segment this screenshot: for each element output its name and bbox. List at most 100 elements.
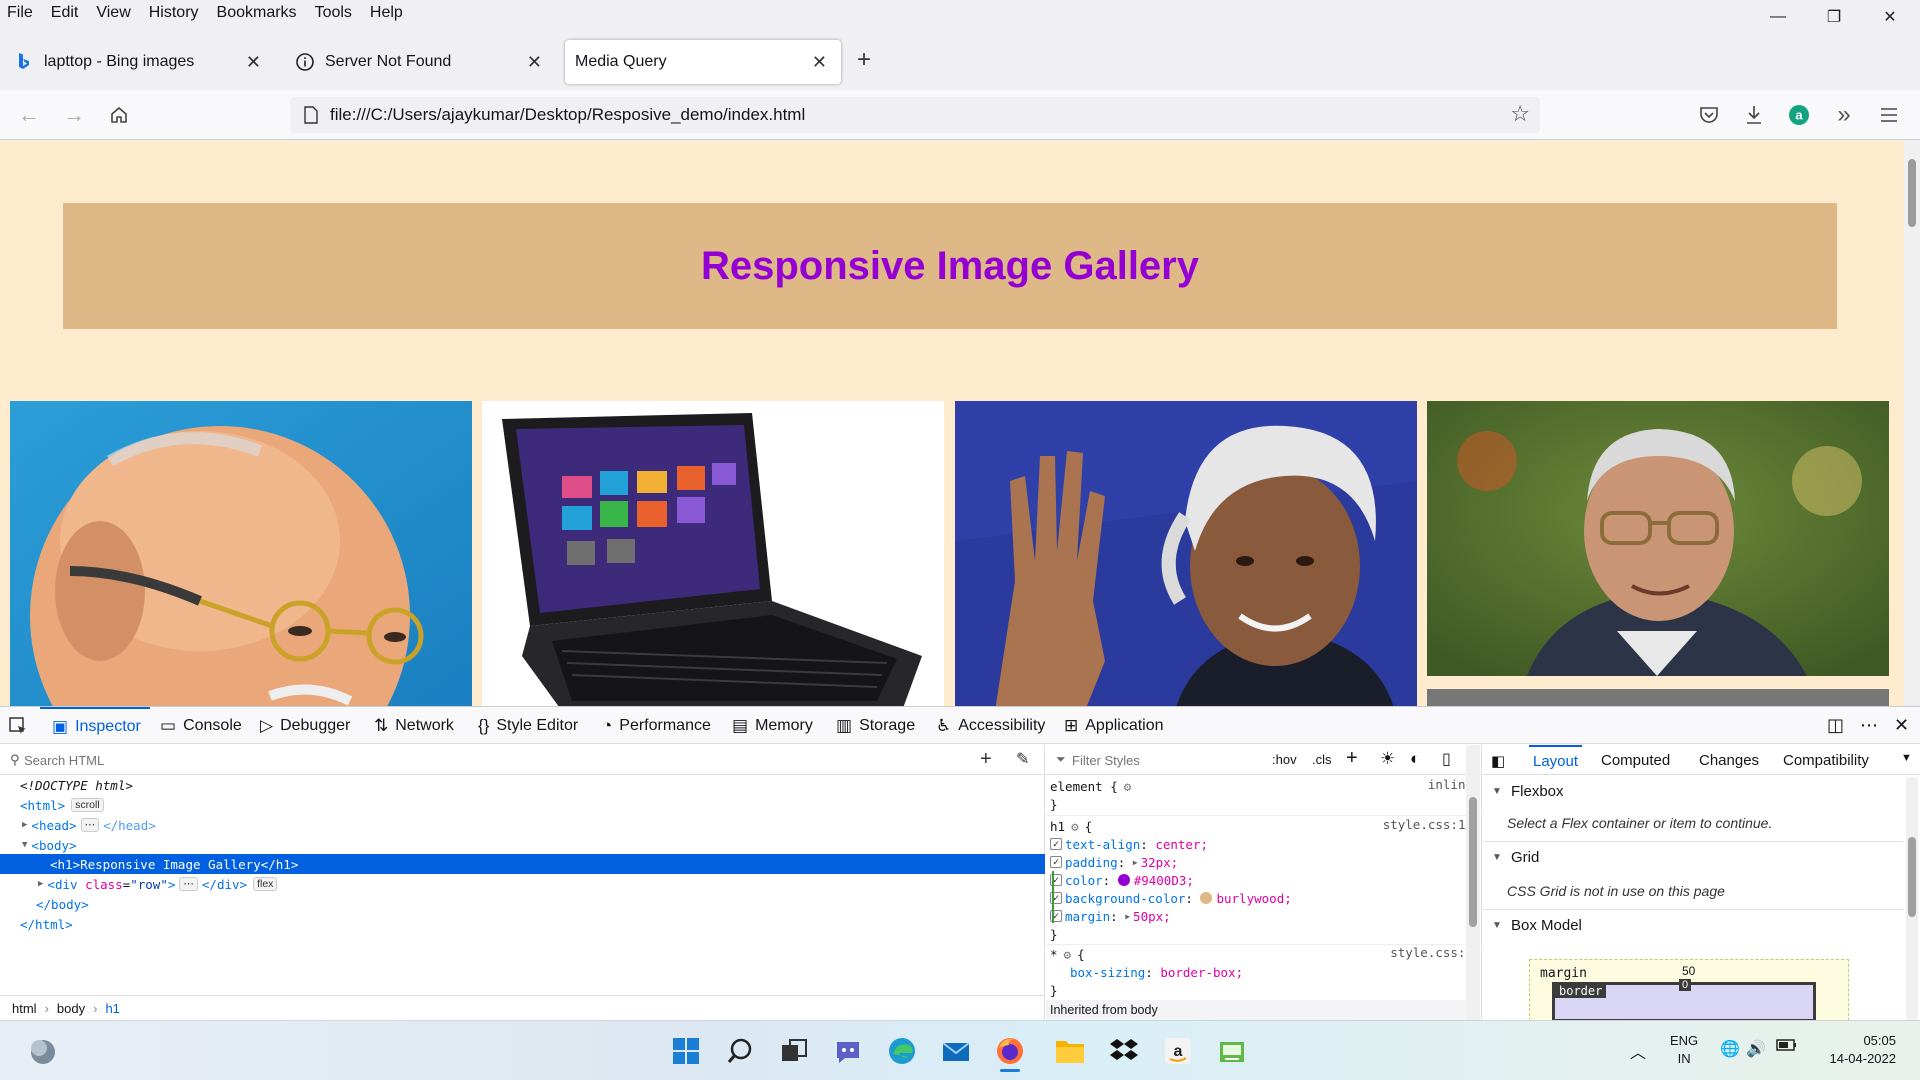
url-bar[interactable]: file:///C:/Users/ajaykumar/Desktop/Respo… [290,97,1540,133]
class-toggle[interactable]: .cls [1312,752,1332,767]
collapsed-badge[interactable]: ⋯ [80,818,100,832]
tree-html-close[interactable]: </html> [20,914,73,934]
decl-checkbox[interactable]: ✓ [1050,838,1062,850]
language-indicator[interactable]: ENG IN [1670,1032,1698,1068]
tab-memory[interactable]: ▤ Memory [732,707,813,744]
breadcrumb-body[interactable]: body [57,1001,85,1016]
pocket-button[interactable] [1692,98,1726,132]
tab-compatibility[interactable]: Compatibility [1783,745,1869,775]
network-icon[interactable]: 🌐 [1720,1039,1740,1059]
widgets-button[interactable] [24,1033,60,1069]
back-button[interactable]: ← [12,98,46,132]
menu-help[interactable]: Help [362,4,413,22]
clock[interactable]: 05:05 14-04-2022 [1816,1032,1897,1068]
expand-arrow-icon[interactable]: ▶ [38,879,43,889]
close-tab-icon[interactable]: ✕ [527,52,542,73]
tab-inspector[interactable]: ▣ Inspector [40,707,150,744]
close-tab-icon[interactable]: ✕ [246,52,261,73]
breadcrumb-html[interactable]: html [12,1001,37,1016]
scroll-badge[interactable]: scroll [71,798,104,812]
edge-button[interactable] [884,1033,920,1069]
decl-checkbox[interactable]: ✓ [1050,856,1062,868]
menu-history[interactable]: History [141,4,209,22]
search-html-input[interactable] [24,751,924,769]
boxmodel-section-header[interactable]: ▼ Box Model [1483,909,1903,941]
filter-styles-input[interactable] [1072,751,1252,769]
tab-accessibility[interactable]: ♿ Accessibility [936,707,1045,744]
tree-head[interactable]: ▶ <head> ⋯ </head> [22,815,156,835]
tab-computed[interactable]: Computed [1601,745,1670,775]
eyedropper-icon[interactable]: ✎ [1016,749,1029,769]
rule-star-selector[interactable]: * ⚙ { [1050,945,1085,963]
hover-pseudo-toggle[interactable]: :hov [1272,752,1297,767]
light-theme-icon[interactable]: ☀ [1380,749,1395,769]
toggle-sidebar-icon[interactable]: ◧ [1491,752,1505,770]
dock-button[interactable]: ◫ [1827,707,1844,744]
tab-server-not-found[interactable]: Server Not Found ✕ [281,40,556,84]
close-tab-icon[interactable]: ✕ [812,52,827,73]
add-node-button[interactable]: + [980,748,992,771]
file-explorer-button[interactable] [1052,1033,1088,1069]
color-swatch[interactable] [1117,874,1130,886]
flex-badge[interactable]: flex [253,877,278,891]
teams-chat-button[interactable] [830,1033,866,1069]
new-tab-button[interactable]: + [857,46,871,74]
breadcrumb-h1[interactable]: h1 [105,1001,119,1016]
close-window-button[interactable]: ✕ [1867,0,1913,34]
scrollbar-thumb[interactable] [1469,797,1477,927]
expand-arrow-icon[interactable]: ▶ [22,820,27,830]
expand-arrow-icon[interactable]: ▶ [1125,912,1130,921]
start-button[interactable] [668,1033,704,1069]
menu-bookmarks[interactable]: Bookmarks [209,4,307,22]
chevron-down-icon[interactable]: ▼ [1901,752,1912,764]
tab-storage[interactable]: ▥ Storage [836,707,915,744]
close-devtools-button[interactable]: ✕ [1894,707,1909,744]
boxmodel-border[interactable]: border 0 [1552,979,1816,1022]
search-button[interactable] [722,1033,758,1069]
volume-icon[interactable]: 🔊 [1746,1039,1766,1059]
collapse-arrow-icon[interactable]: ▼ [22,840,27,850]
home-button[interactable] [102,98,136,132]
decl-background-color[interactable]: ✓ background-color: burlywood; [1050,889,1292,907]
add-rule-button[interactable]: + [1346,747,1358,770]
page-scrollbar[interactable] [1904,141,1920,706]
tab-layout[interactable]: Layout [1529,745,1583,775]
tree-html[interactable]: <html> scroll [20,795,104,815]
gear-icon[interactable]: ⚙ [1124,779,1132,794]
layout-scrollbar[interactable] [1906,777,1918,1021]
app-button[interactable] [1214,1033,1250,1069]
collapsed-badge[interactable]: ⋯ [179,877,198,891]
decl-color[interactable]: ✓ color: #9400D3; [1050,871,1194,889]
tree-h1-selected[interactable]: <h1>Responsive Image Gallery</h1> [0,854,1045,874]
boxmodel-margin-value[interactable]: 50 [1682,964,1695,978]
tab-performance[interactable]: ◔ Performance [602,707,711,744]
grid-section-header[interactable]: ▼ Grid [1483,841,1903,873]
boxmodel-border-value[interactable]: 0 [1679,979,1692,991]
expand-arrow-icon[interactable]: ▶ [1133,858,1138,867]
scrollbar-thumb[interactable] [1908,837,1916,917]
rule-source[interactable]: style.css:2 [1390,945,1473,960]
bookmark-star-icon[interactable]: ☆ [1510,101,1530,127]
restore-button[interactable]: ❐ [1811,0,1857,34]
chevron-up-icon[interactable]: ︿ [1630,1039,1646,1063]
minimize-button[interactable]: — [1755,0,1801,34]
scrollbar-thumb[interactable] [1908,159,1916,227]
rules-scrollbar[interactable] [1466,745,1480,1021]
tab-media-query[interactable]: Media Query ✕ [565,40,841,84]
app-menu-button[interactable] [1872,98,1906,132]
tab-bing-images[interactable]: lapttop - Bing images ✕ [0,40,275,84]
element-picker-button[interactable] [8,707,40,744]
tab-console[interactable]: ▭ Console [160,707,242,744]
battery-icon[interactable] [1776,1038,1798,1056]
rule-source[interactable]: style.css:12 [1383,817,1473,832]
dark-theme-icon[interactable]: ◐ [1410,749,1420,769]
downloads-button[interactable] [1737,98,1771,132]
decl-box-sizing[interactable]: box-sizing: border-box; [1050,963,1243,981]
forward-button[interactable]: → [57,98,91,132]
decl-margin[interactable]: ✓ margin: ▶ 50px; [1050,907,1171,925]
flexbox-section-header[interactable]: ▼ Flexbox [1483,775,1903,807]
decl-text-align[interactable]: ✓ text-align: center; [1050,835,1208,853]
overflow-button[interactable]: » [1827,98,1861,132]
extension-button[interactable]: a [1782,98,1816,132]
decl-padding[interactable]: ✓ padding: ▶ 32px; [1050,853,1178,871]
